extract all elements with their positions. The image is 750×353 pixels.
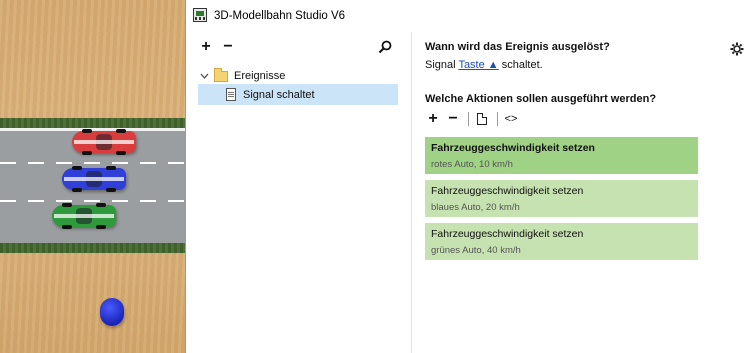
remove-action-button[interactable]: − [445,110,461,128]
tree-folder-ereignisse[interactable]: Ereignisse [198,67,285,85]
blue-car[interactable] [62,166,126,192]
action-title: Fahrzeuggeschwindigkeit setzen [431,185,584,197]
green-car[interactable] [52,203,116,229]
search-button[interactable] [377,39,393,55]
add-action-button[interactable]: + [425,110,441,128]
title-bar[interactable]: 3D-Modellbahn Studio V6 [186,0,750,32]
event-details-panel: Wann wird das Ereignis ausgelöst? Signal… [412,32,750,353]
lane-marking [0,162,185,164]
tree-folder-label: Ereignisse [234,70,286,82]
blue-signal-object[interactable] [100,298,124,326]
actions-toolbar: + − <> [425,110,523,128]
search-icon [378,40,392,54]
action-subtitle: rotes Auto, 10 km/h [431,159,513,170]
trigger-suffix: schaltet. [501,59,543,71]
copy-icon [477,113,487,125]
event-tree-panel: + − Ereignisse Signal schaltet [186,32,412,353]
grass-strip-top [0,118,185,128]
trigger-description: Signal Taste ▲ schaltet. [425,59,543,71]
actions-heading: Welche Aktionen sollen ausgeführt werden… [425,93,657,105]
action-title: Fahrzeuggeschwindigkeit setzen [431,142,595,154]
action-item[interactable]: Fahrzeuggeschwindigkeit setzen rotes Aut… [425,137,698,174]
event-editor-window: 3D-Modellbahn Studio V6 + − Ereignisse S… [185,0,750,353]
action-item[interactable]: Fahrzeuggeschwindigkeit setzen grünes Au… [425,223,698,260]
action-subtitle: grünes Auto, 40 km/h [431,245,521,256]
action-item[interactable]: Fahrzeuggeschwindigkeit setzen blaues Au… [425,180,698,217]
toolbar-divider [497,112,498,126]
red-car[interactable] [72,129,136,155]
document-icon [226,88,236,101]
folder-icon [214,67,228,82]
trigger-heading: Wann wird das Ereignis ausgelöst? [425,41,610,53]
lane-marking [0,200,185,202]
3d-viewport[interactable] [0,0,185,353]
trigger-prefix: Signal [425,59,456,71]
chevron-down-icon[interactable] [198,70,210,82]
toolbar-divider [468,112,469,126]
grass-strip-bottom [0,243,185,253]
add-event-button[interactable]: + [198,38,214,55]
window-title: 3D-Modellbahn Studio V6 [214,10,346,22]
remove-event-button[interactable]: − [220,38,236,55]
action-subtitle: blaues Auto, 20 km/h [431,202,520,213]
tree-item-signal-schaltet[interactable]: Signal schaltet [198,84,398,105]
gear-icon[interactable] [730,42,744,56]
copy-action-button[interactable] [474,110,490,128]
signal-link[interactable]: Taste ▲ [458,59,498,71]
action-title: Fahrzeuggeschwindigkeit setzen [431,228,584,240]
tree-item-label: Signal schaltet [243,88,315,101]
code-view-button[interactable]: <> [503,110,519,128]
app-icon [193,8,207,22]
